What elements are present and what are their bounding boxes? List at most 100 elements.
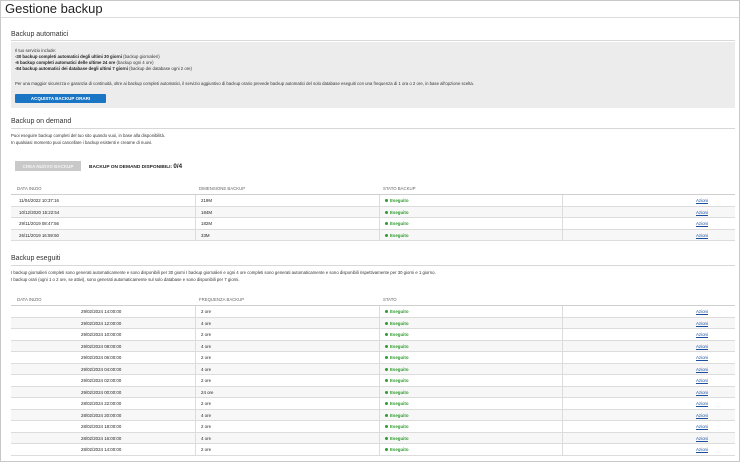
done-actions-link[interactable]: Azioni bbox=[696, 344, 708, 349]
ondemand-actions-link[interactable]: Azioni bbox=[696, 198, 708, 203]
done-date: 28/02/2024 16:00:00 bbox=[81, 435, 122, 441]
buy-hourly-backup-button[interactable]: ACQUISTA BACKUP ORARI bbox=[15, 94, 106, 103]
done-date: 28/02/2024 22:00:00 bbox=[81, 401, 122, 406]
status-dot-icon bbox=[385, 436, 388, 440]
column-divider bbox=[562, 206, 563, 217]
column-divider bbox=[562, 421, 563, 432]
column-divider bbox=[195, 444, 196, 455]
done-actions-link[interactable]: Azioni bbox=[696, 424, 708, 429]
column-divider bbox=[379, 340, 380, 351]
done-status: Eseguito bbox=[385, 424, 409, 429]
done-status: Eseguito bbox=[385, 378, 409, 383]
done-status-label: Eseguito bbox=[390, 320, 409, 326]
done-col-status: STATO bbox=[383, 297, 397, 302]
done-row: 29/02/2024 10:00:00 2 ore Eseguito Azioni bbox=[11, 329, 735, 341]
title-divider bbox=[1, 17, 739, 18]
page-title: Gestione backup bbox=[5, 1, 103, 16]
done-frequency: 2 ore bbox=[201, 332, 212, 337]
done-row: 29/02/2024 06:00:00 2 ore Eseguito Azioni bbox=[11, 352, 735, 364]
column-divider bbox=[195, 363, 196, 374]
column-divider bbox=[195, 306, 196, 317]
done-status-label: Eseguito bbox=[390, 343, 409, 349]
column-divider bbox=[379, 306, 380, 317]
done-status: Eseguito bbox=[385, 309, 409, 314]
status-dot-icon bbox=[385, 222, 388, 226]
done-frequency: 2 ore bbox=[201, 401, 212, 406]
done-frequency: 2 ore bbox=[201, 355, 212, 360]
status-dot-icon bbox=[385, 379, 388, 383]
ondemand-row: 10/12/2020 15:22:54 184M Eseguito Azioni bbox=[11, 206, 735, 218]
done-date: 28/02/2024 20:00:00 bbox=[81, 412, 122, 418]
ondemand-status-label: Eseguito bbox=[390, 232, 409, 238]
done-date: 29/02/2024 08:00:00 bbox=[81, 343, 122, 349]
done-actions-link[interactable]: Azioni bbox=[696, 401, 708, 406]
ondemand-col-size: DIMENSIONE BACKUP bbox=[199, 186, 246, 191]
done-section-divider bbox=[11, 265, 735, 266]
done-date: 29/02/2024 04:00:00 bbox=[81, 366, 122, 372]
done-status-label: Eseguito bbox=[390, 389, 409, 395]
ondemand-section-divider bbox=[11, 128, 735, 129]
status-dot-icon bbox=[385, 367, 388, 371]
done-row: 29/02/2024 14:00:00 2 ore Eseguito Azioni bbox=[11, 306, 735, 318]
column-divider bbox=[379, 444, 380, 455]
done-col-frequency: FREQUENZA BACKUP bbox=[199, 297, 245, 302]
ondemand-status-label: Eseguito bbox=[390, 221, 409, 226]
column-divider bbox=[379, 329, 380, 340]
auto-note: Per una maggior sicurezza e garanzia di … bbox=[15, 81, 474, 86]
ondemand-actions-link[interactable]: Azioni bbox=[696, 233, 708, 238]
done-status-label: Eseguito bbox=[390, 424, 409, 429]
done-frequency: 2 ore bbox=[201, 447, 212, 452]
column-divider bbox=[562, 444, 563, 455]
create-backup-button[interactable]: CREA NUOVO BACKUP bbox=[15, 161, 81, 171]
done-date: 28/02/2024 14:00:00 bbox=[81, 447, 122, 452]
ondemand-size: 219M bbox=[201, 198, 212, 203]
done-actions-link[interactable]: Azioni bbox=[696, 367, 708, 372]
ondemand-actions-link[interactable]: Azioni bbox=[696, 210, 708, 215]
done-frequency: 4 ore bbox=[201, 366, 212, 372]
done-status-label: Eseguito bbox=[390, 378, 409, 383]
done-actions-link[interactable]: Azioni bbox=[696, 332, 708, 337]
done-date: 28/02/2024 18:00:00 bbox=[81, 424, 122, 429]
done-actions-link[interactable]: Azioni bbox=[696, 436, 708, 441]
done-actions-link[interactable]: Azioni bbox=[696, 355, 708, 360]
done-frequency: 2 ore bbox=[201, 378, 212, 383]
done-actions-link[interactable]: Azioni bbox=[696, 390, 708, 395]
done-actions-link[interactable]: Azioni bbox=[696, 378, 708, 383]
ondemand-actions-link[interactable]: Azioni bbox=[696, 221, 708, 226]
ondemand-status-label: Eseguito bbox=[390, 209, 409, 215]
ondemand-date: 26/11/2019 16:59:50 bbox=[19, 232, 59, 238]
done-row: 28/02/2024 18:00:00 2 ore Eseguito Azioni bbox=[11, 421, 735, 433]
status-dot-icon bbox=[385, 333, 388, 337]
done-actions-link[interactable]: Azioni bbox=[696, 321, 708, 326]
ondemand-quota: BACKUP ON DEMAND DISPONIBILI: 0/4 bbox=[89, 163, 183, 170]
column-divider bbox=[195, 329, 196, 340]
done-line1: I backup giornalieri completi sono gener… bbox=[11, 270, 436, 275]
column-divider bbox=[379, 352, 380, 363]
column-divider bbox=[379, 206, 380, 217]
column-divider bbox=[562, 375, 563, 386]
column-divider bbox=[562, 218, 563, 229]
done-row: 28/02/2024 20:00:00 4 ore Eseguito Azioni bbox=[11, 409, 735, 421]
done-actions-link[interactable]: Azioni bbox=[696, 413, 708, 418]
done-actions-link[interactable]: Azioni bbox=[696, 309, 708, 314]
done-status: Eseguito bbox=[385, 447, 409, 452]
ondemand-line2: In qualsiasi momento puoi cancellare i b… bbox=[11, 140, 153, 145]
column-divider bbox=[562, 317, 563, 328]
status-dot-icon bbox=[385, 402, 388, 406]
done-actions-link[interactable]: Azioni bbox=[696, 447, 708, 452]
done-col-date: DATA INIZIO bbox=[17, 297, 42, 302]
ondemand-line1: Puoi eseguire backup completi del tuo si… bbox=[11, 133, 166, 138]
ondemand-section-title: Backup on demand bbox=[11, 118, 72, 125]
column-divider bbox=[379, 229, 380, 240]
done-status-label: Eseguito bbox=[390, 309, 409, 314]
ondemand-status: Eseguito bbox=[385, 233, 409, 238]
status-dot-icon bbox=[385, 448, 388, 452]
column-divider bbox=[562, 229, 563, 240]
done-status: Eseguito bbox=[385, 321, 409, 326]
column-divider bbox=[195, 218, 196, 229]
done-frequency: 4 ore bbox=[201, 343, 212, 349]
backup-window: Gestione backup Backup automatici Il tuo… bbox=[0, 0, 740, 462]
done-date: 29/02/2024 02:00:00 bbox=[81, 378, 122, 383]
done-status-label: Eseguito bbox=[390, 332, 409, 337]
status-dot-icon bbox=[385, 199, 388, 203]
